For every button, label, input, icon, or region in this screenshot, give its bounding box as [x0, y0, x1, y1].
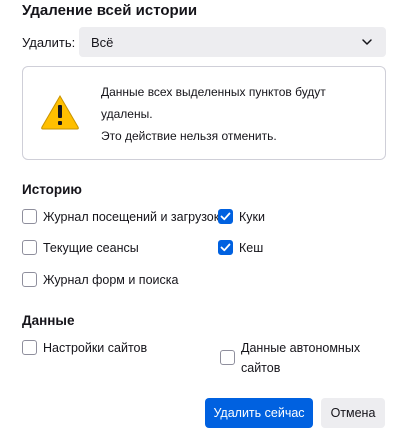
checkbox-label: Кеш — [239, 241, 264, 255]
checkbox-label: Куки — [239, 210, 265, 224]
checkbox-label: Настройки сайтов — [43, 341, 148, 355]
cancel-button[interactable]: Отмена — [321, 398, 385, 428]
checkbox-box[interactable] — [22, 209, 37, 224]
checkbox-box[interactable] — [218, 209, 233, 224]
checkbox-browsing-history[interactable]: Журнал посещений и загрузок — [22, 207, 219, 227]
checkbox-label-line1: Данные автономных — [241, 341, 361, 355]
checkbox-box[interactable] — [22, 240, 37, 255]
clear-now-button[interactable]: Удалить сейчас — [205, 398, 313, 428]
warning-text-line2: удалены. — [101, 107, 153, 121]
checkbox-offline-data[interactable]: Данные автономных сайтов — [220, 338, 360, 378]
checkbox-box[interactable] — [220, 350, 235, 365]
checkbox-label: Данные автономных сайтов — [241, 338, 360, 378]
time-range-value: Всё — [91, 34, 114, 50]
checkbox-cache[interactable]: Кеш — [218, 238, 263, 258]
checkbox-box[interactable] — [22, 272, 37, 287]
warning-text-line1: Данные всех выделенных пунктов будут — [101, 85, 326, 99]
checkbox-label: Журнал посещений и загрузок — [43, 210, 220, 224]
warning-icon — [41, 95, 79, 130]
checkmark-icon — [220, 212, 231, 221]
checkbox-cookies[interactable]: Куки — [218, 207, 265, 227]
checkbox-box[interactable] — [218, 240, 233, 255]
data-heading: Данные — [22, 313, 75, 328]
checkbox-box[interactable] — [22, 340, 37, 355]
warning-box: Данные всех выделенных пунктов будут уда… — [22, 66, 386, 160]
checkbox-label: Текущие сеансы — [43, 241, 139, 255]
checkbox-label-line2: сайтов — [241, 361, 281, 375]
checkbox-active-logins[interactable]: Текущие сеансы — [22, 238, 139, 258]
checkbox-site-settings[interactable]: Настройки сайтов — [22, 338, 147, 358]
warning-text-line3: Это действие нельзя отменить. — [101, 129, 277, 143]
time-range-label: Удалить: — [22, 35, 76, 50]
checkbox-form-history[interactable]: Журнал форм и поиска — [22, 270, 178, 290]
history-heading: Историю — [22, 182, 82, 197]
dialog-title: Удаление всей истории — [22, 2, 198, 19]
chevron-down-icon — [362, 39, 372, 45]
checkbox-label: Журнал форм и поиска — [43, 273, 179, 287]
time-range-select[interactable]: Всё — [79, 27, 386, 57]
checkmark-icon — [220, 243, 231, 252]
